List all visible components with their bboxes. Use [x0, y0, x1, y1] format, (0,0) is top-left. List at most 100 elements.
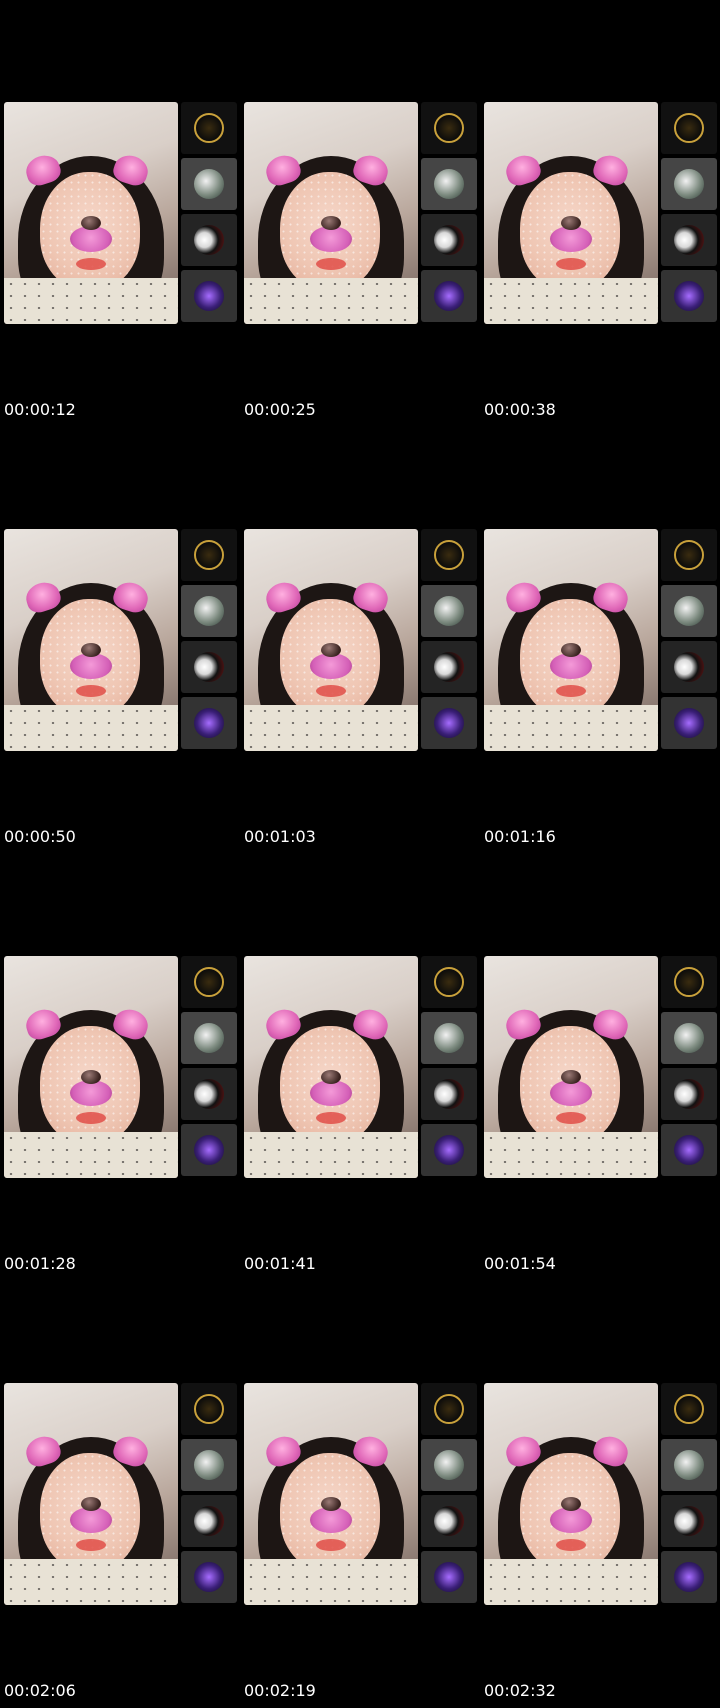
bearded-man-avatar — [194, 1450, 224, 1480]
bearded-man-avatar — [194, 169, 224, 199]
dog-nose-filter — [321, 1497, 341, 1511]
video-thumbnail-tile[interactable]: 00:01:41 — [240, 854, 480, 1281]
dog-nose-filter — [321, 1070, 341, 1084]
participant-slot[interactable] — [661, 1068, 717, 1120]
participant-slot[interactable] — [661, 270, 717, 322]
participant-slot[interactable] — [181, 585, 237, 637]
purple-character-avatar — [194, 708, 224, 738]
participant-slot[interactable] — [661, 1383, 717, 1435]
video-thumbnail-tile[interactable]: 00:00:38 — [480, 0, 720, 427]
participant-slot[interactable] — [661, 1012, 717, 1064]
bearded-man-avatar — [194, 596, 224, 626]
timestamp-label: 00:00:25 — [244, 400, 316, 419]
participant-slot[interactable] — [661, 585, 717, 637]
clothing — [4, 278, 178, 324]
participant-slot[interactable] — [661, 214, 717, 266]
video-thumbnail-tile[interactable]: 00:00:25 — [240, 0, 480, 427]
participant-slot[interactable] — [421, 1551, 477, 1603]
participant-slot[interactable] — [421, 585, 477, 637]
participant-slot[interactable] — [421, 214, 477, 266]
dog-nose-filter — [321, 216, 341, 230]
participant-slot[interactable] — [421, 529, 477, 581]
lips — [556, 258, 586, 270]
participant-slot[interactable] — [181, 270, 237, 322]
participant-slot[interactable] — [181, 641, 237, 693]
gold-emblem-avatar — [674, 1394, 704, 1424]
participant-slot[interactable] — [181, 1495, 237, 1547]
participant-slot[interactable] — [181, 214, 237, 266]
video-thumbnail-tile[interactable]: 00:02:06 — [0, 1281, 240, 1708]
participant-slot[interactable] — [181, 1068, 237, 1120]
clothing — [484, 278, 658, 324]
participant-slot[interactable] — [661, 1439, 717, 1491]
dog-nose-filter — [81, 1070, 101, 1084]
timestamp-label: 00:01:16 — [484, 827, 556, 846]
purple-character-avatar — [194, 1135, 224, 1165]
timestamp-label: 00:01:28 — [4, 1254, 76, 1273]
participant-slot[interactable] — [421, 1439, 477, 1491]
clothing — [484, 705, 658, 751]
participant-slot[interactable] — [181, 1383, 237, 1435]
video-thumbnail-tile[interactable]: 00:01:28 — [0, 854, 240, 1281]
participant-slot[interactable] — [181, 1012, 237, 1064]
dog-nose-filter — [321, 643, 341, 657]
participant-slot[interactable] — [421, 158, 477, 210]
participant-slot[interactable] — [421, 697, 477, 749]
bearded-man-avatar — [194, 1023, 224, 1053]
masked-person-avatar — [434, 1506, 464, 1536]
participant-slot[interactable] — [421, 1383, 477, 1435]
clothing — [244, 1132, 418, 1178]
clothing — [484, 1559, 658, 1605]
participant-slot[interactable] — [181, 158, 237, 210]
video-thumbnail-tile[interactable]: 00:01:03 — [240, 427, 480, 854]
participant-slot[interactable] — [661, 102, 717, 154]
participant-slot[interactable] — [421, 270, 477, 322]
participant-slot[interactable] — [421, 1012, 477, 1064]
video-thumbnail-tile[interactable]: 00:01:16 — [480, 427, 720, 854]
participant-slot[interactable] — [661, 158, 717, 210]
bearded-man-avatar — [674, 1023, 704, 1053]
participant-slot[interactable] — [421, 1495, 477, 1547]
video-frame — [484, 529, 658, 751]
participant-slot[interactable] — [661, 1124, 717, 1176]
participant-slot[interactable] — [421, 1124, 477, 1176]
participant-slot[interactable] — [181, 102, 237, 154]
bearded-man-avatar — [674, 596, 704, 626]
participant-slot[interactable] — [661, 1551, 717, 1603]
participant-slot[interactable] — [181, 1551, 237, 1603]
participant-slot[interactable] — [181, 697, 237, 749]
video-thumbnail-tile[interactable]: 00:02:19 — [240, 1281, 480, 1708]
participant-sidebar — [421, 1383, 477, 1605]
participant-slot[interactable] — [661, 1495, 717, 1547]
participant-slot[interactable] — [181, 1439, 237, 1491]
bearded-man-avatar — [434, 596, 464, 626]
video-thumbnail-tile[interactable]: 00:00:50 — [0, 427, 240, 854]
video-thumbnail-tile[interactable]: 00:01:54 — [480, 854, 720, 1281]
gold-emblem-avatar — [674, 113, 704, 143]
participant-slot[interactable] — [421, 641, 477, 693]
video-thumbnail-tile[interactable]: 00:02:32 — [480, 1281, 720, 1708]
purple-character-avatar — [674, 1562, 704, 1592]
participant-slot[interactable] — [421, 1068, 477, 1120]
participant-slot[interactable] — [661, 529, 717, 581]
participant-sidebar — [421, 102, 477, 324]
lips — [76, 685, 106, 697]
participant-slot[interactable] — [661, 956, 717, 1008]
dog-nose-filter — [561, 1497, 581, 1511]
lips — [76, 1539, 106, 1551]
participant-slot[interactable] — [661, 641, 717, 693]
video-thumbnail-tile[interactable]: 00:00:12 — [0, 0, 240, 427]
participant-slot[interactable] — [421, 956, 477, 1008]
masked-person-avatar — [434, 225, 464, 255]
clothing — [4, 1559, 178, 1605]
participant-slot[interactable] — [181, 529, 237, 581]
participant-slot[interactable] — [421, 102, 477, 154]
participant-sidebar — [181, 102, 237, 324]
participant-slot[interactable] — [181, 1124, 237, 1176]
lips — [316, 1112, 346, 1124]
participant-slot[interactable] — [661, 697, 717, 749]
participant-slot[interactable] — [181, 956, 237, 1008]
dog-nose-filter — [561, 643, 581, 657]
timestamp-label: 00:00:38 — [484, 400, 556, 419]
video-frame — [244, 1383, 418, 1605]
